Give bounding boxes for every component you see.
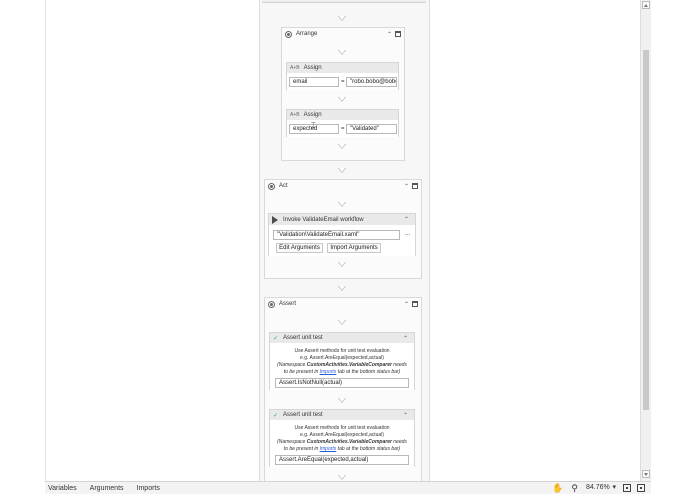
note-line: to be present in Imports tab at the bott… — [283, 369, 401, 375]
sequence-icon — [268, 300, 275, 308]
assert-unit-test-2[interactable]: ✓ Assert unit test ⌃ Use Assert methods … — [269, 409, 415, 467]
assert-expression-field[interactable]: Assert.IsNotNull(actual) — [275, 378, 409, 388]
mouse-cursor-icon: ⌶ — [311, 121, 316, 130]
pin-icon[interactable] — [412, 183, 418, 189]
drop-arrow[interactable] — [338, 144, 346, 149]
imports-link[interactable]: Imports — [320, 369, 337, 375]
assert-unit-test-1[interactable]: ✓ Assert unit test ⌃ Use Assert methods … — [269, 332, 415, 390]
act-header[interactable]: Act ⌃ — [265, 180, 421, 192]
check-icon: ✓ — [273, 335, 279, 342]
workflow-path-field[interactable]: "Validation\ValidateEmail.xaml" — [273, 230, 400, 240]
search-icon[interactable]: ⚲ — [571, 483, 578, 494]
scroll-up-icon[interactable] — [642, 1, 650, 9]
assign-header[interactable]: A+B Assign — [287, 63, 398, 73]
collapse-icon[interactable]: ⌃ — [404, 301, 409, 308]
pin-icon[interactable] — [395, 31, 401, 37]
collapse-icon[interactable]: ⌃ — [403, 335, 408, 342]
drop-arrow[interactable] — [338, 398, 346, 403]
drop-arrow[interactable] — [338, 202, 346, 207]
drop-arrow[interactable] — [338, 475, 346, 480]
overview-icon[interactable] — [637, 484, 645, 492]
drop-arrow[interactable] — [338, 168, 346, 173]
invoke-header[interactable]: Invoke ValidateEmail workflow ⌃ — [269, 214, 415, 225]
collapse-icon[interactable]: ⌃ — [404, 183, 409, 190]
import-arguments-button[interactable]: Import Arguments — [327, 243, 381, 253]
pin-icon[interactable] — [412, 301, 418, 307]
imports-tab[interactable]: Imports — [137, 485, 160, 492]
vertical-scrollbar[interactable] — [640, 0, 651, 481]
drop-arrow[interactable] — [338, 262, 346, 267]
zoom-dropdown[interactable]: 84.76% ▾ — [584, 483, 618, 493]
equals-sign: = — [341, 79, 345, 85]
imports-link[interactable]: Imports — [320, 446, 337, 452]
note-line: (Namespace CustomActivities.VariableComp… — [277, 439, 407, 445]
assign-to-field[interactable]: email — [289, 77, 339, 87]
drop-arrow[interactable] — [338, 97, 346, 102]
collapse-icon[interactable]: ⌃ — [404, 216, 409, 223]
chevron-down-icon: ▾ — [612, 484, 616, 491]
drop-arrow[interactable] — [338, 320, 346, 325]
designer-window: Arrange ⌃ A+B Assign email = "robo.bobo@… — [0, 0, 695, 494]
note-line: e.g. Assert.AreEqual(expected,actual) — [300, 355, 384, 361]
scrollbar-thumb[interactable] — [643, 50, 649, 410]
sequence-icon — [285, 30, 292, 38]
assert-expression-field[interactable]: Assert.AreEqual(expected,actual) — [275, 455, 409, 465]
arguments-tab[interactable]: Arguments — [90, 485, 124, 492]
arrange-title: Arrange — [296, 31, 318, 37]
assert-unit-header[interactable]: ✓ Assert unit test ⌃ — [270, 333, 414, 343]
assign-value-field[interactable]: "robo.bobo@bobo — [346, 77, 397, 87]
assign-title: Assign — [303, 112, 322, 118]
fit-screen-icon[interactable] — [623, 484, 631, 492]
note-line: Use Assert methods for unit test evaluat… — [294, 348, 390, 354]
variables-tab[interactable]: Variables — [48, 485, 77, 492]
assign-header[interactable]: A+B Assign — [287, 110, 398, 120]
invoke-icon — [272, 215, 278, 224]
assign-activity-email[interactable]: A+B Assign email = "robo.bobo@bobo — [286, 62, 399, 90]
zoom-value: 84.76% — [586, 484, 610, 491]
assert-unit-title: Assert unit test — [283, 335, 323, 341]
invoke-title: Invoke ValidateEmail workflow — [283, 216, 364, 223]
drop-arrow[interactable] — [338, 50, 346, 55]
assign-activity-expected[interactable]: A+B Assign expected = "Validated" — [286, 109, 399, 137]
note-line: Use Assert methods for unit test evaluat… — [294, 425, 390, 431]
assign-icon: A+B — [290, 65, 300, 71]
assign-title: Assign — [303, 65, 322, 71]
assert-title: Assert — [279, 301, 297, 307]
parent-sequence-header — [262, 0, 426, 3]
equals-sign: = — [341, 126, 345, 132]
drop-arrow[interactable] — [338, 286, 346, 291]
note-line: (Namespace CustomActivities.VariableComp… — [277, 362, 407, 368]
collapse-icon[interactable]: ⌃ — [387, 31, 392, 38]
arrange-header[interactable]: Arrange ⌃ — [282, 28, 404, 40]
designer-status-bar: Variables Arguments Imports ✋ ⚲ 84.76% ▾ — [45, 481, 651, 494]
drop-arrow[interactable] — [338, 16, 346, 21]
hand-icon[interactable]: ✋ — [552, 483, 563, 494]
act-title: Act — [279, 183, 288, 189]
collapse-icon[interactable]: ⌃ — [403, 412, 408, 419]
edit-arguments-button[interactable]: Edit Arguments — [276, 243, 323, 253]
assign-icon: A+B — [290, 112, 300, 118]
note-line: to be present in Imports tab at the bott… — [283, 446, 401, 452]
note-line: e.g. Assert.AreEqual(expected,actual) — [300, 432, 384, 438]
check-icon: ✓ — [273, 412, 279, 419]
browse-button[interactable]: ... — [405, 229, 410, 239]
scroll-down-icon[interactable] — [642, 470, 650, 478]
assert-unit-title: Assert unit test — [283, 412, 323, 418]
invoke-workflow-activity[interactable]: Invoke ValidateEmail workflow ⌃ "Validat… — [268, 213, 416, 256]
assert-header[interactable]: Assert ⌃ — [265, 298, 421, 310]
sequence-icon — [268, 182, 275, 190]
assign-value-field[interactable]: "Validated" — [346, 124, 397, 134]
arrange-sequence[interactable]: Arrange ⌃ — [281, 27, 405, 161]
assert-unit-header[interactable]: ✓ Assert unit test ⌃ — [270, 410, 414, 420]
